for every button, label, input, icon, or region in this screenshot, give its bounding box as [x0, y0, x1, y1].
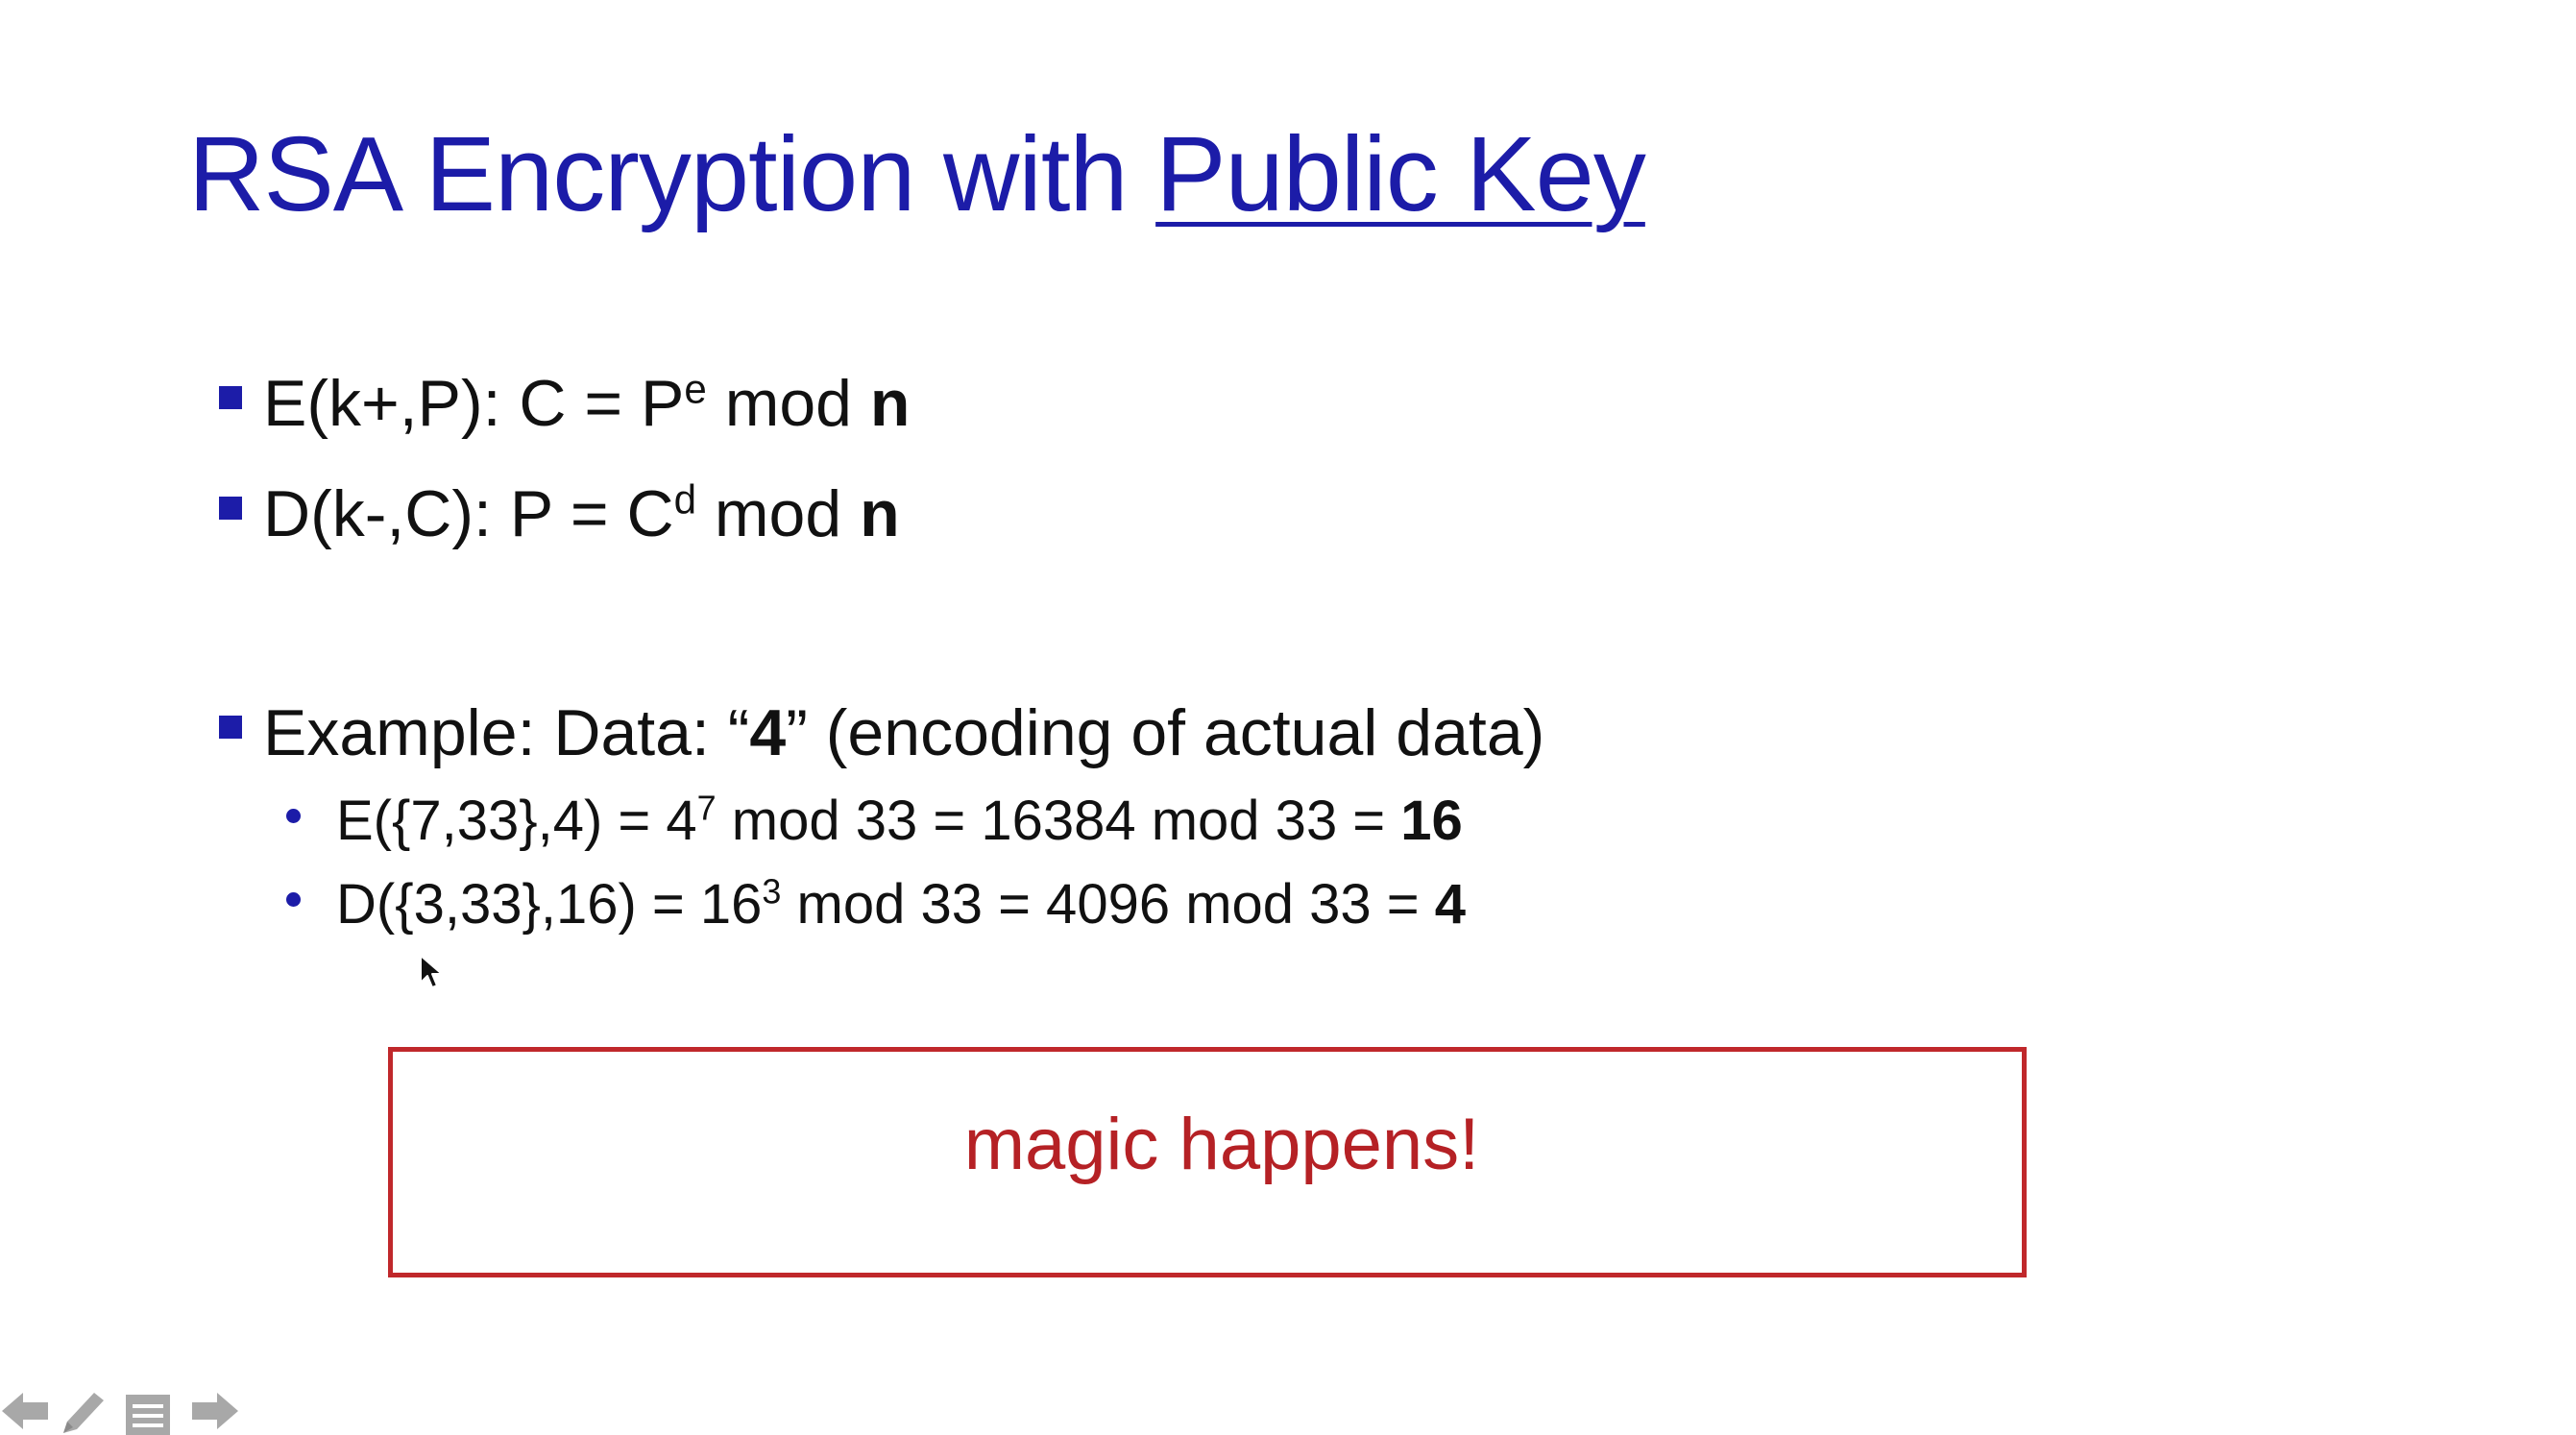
bullet-example: Example: Data: “4” (encoding of actual d…: [219, 690, 1544, 776]
slideshow-controls: [0, 1387, 250, 1435]
bullet-text: Example: Data: “4” (encoding of actual d…: [263, 696, 1545, 769]
slide-title: RSA Encryption with Public Key: [188, 108, 1646, 242]
pen-icon[interactable]: [58, 1387, 108, 1435]
bullet-text: D(k-,C): P = Cd mod n: [263, 476, 900, 550]
bullet-decryption: D(k-,C): P = Cd mod n: [219, 471, 900, 557]
arrow-right-icon[interactable]: [190, 1387, 240, 1435]
title-link-public-key[interactable]: Public Key: [1155, 115, 1646, 233]
callout-text: magic happens!: [963, 1104, 1480, 1185]
bullet-square-icon: [219, 386, 242, 409]
bullet-square-icon: [219, 497, 242, 520]
bullet-dot-icon: [286, 891, 301, 907]
bullet-text: E(k+,P): C = Pe mod n: [263, 366, 911, 440]
sub-bullet-encrypt-example: E({7,33},4) = 47 mod 33 = 16384 mod 33 =…: [286, 783, 1463, 860]
arrow-left-icon[interactable]: [0, 1387, 50, 1435]
sub-bullet-decrypt-example: D({3,33},16) = 163 mod 33 = 4096 mod 33 …: [286, 866, 1466, 943]
callout-box: magic happens!: [388, 1047, 2027, 1277]
bullet-square-icon: [219, 716, 242, 739]
bullet-encryption: E(k+,P): C = Pe mod n: [219, 360, 910, 447]
sub-bullet-text: E({7,33},4) = 47 mod 33 = 16384 mod 33 =…: [336, 788, 1463, 852]
title-text: RSA Encryption with: [188, 115, 1156, 233]
bullet-dot-icon: [286, 808, 301, 823]
slide: RSA Encryption with Public Key E(k+,P): …: [0, 0, 2576, 1435]
slide-menu-icon[interactable]: [123, 1387, 173, 1435]
sub-bullet-text: D({3,33},16) = 163 mod 33 = 4096 mod 33 …: [336, 871, 1467, 936]
mouse-pointer-icon: [420, 955, 443, 988]
